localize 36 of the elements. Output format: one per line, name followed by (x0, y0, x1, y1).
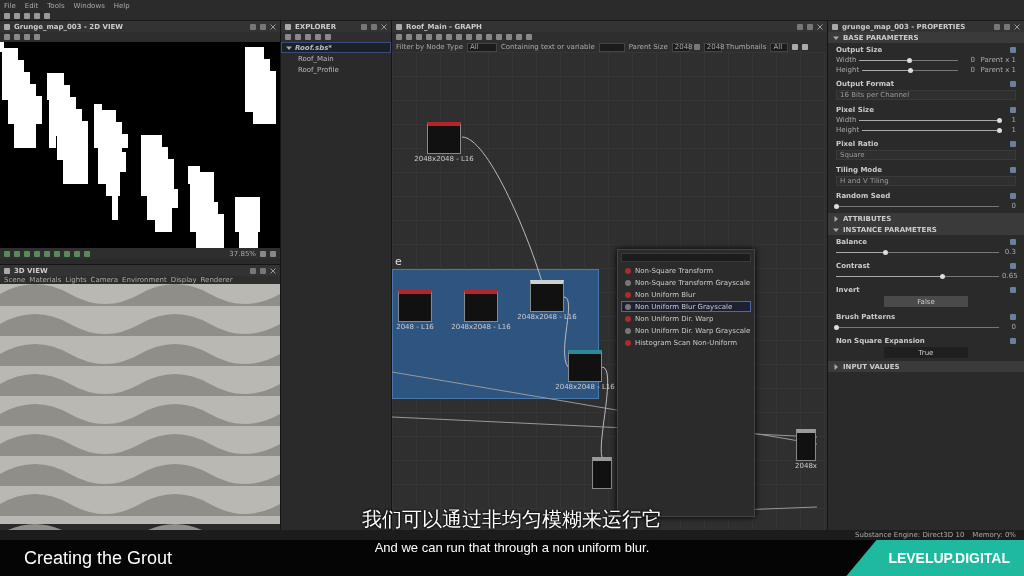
subtitle: And we can run that through a non uniform blur. (374, 540, 650, 555)
close-icon[interactable] (270, 267, 276, 274)
graph-node[interactable] (796, 429, 816, 461)
caret-icon (833, 363, 839, 370)
frame-title: e (395, 255, 402, 268)
slider-thumb[interactable] (834, 203, 839, 209)
graph-node[interactable] (568, 350, 602, 382)
close-icon[interactable] (381, 23, 387, 30)
slider-thumb[interactable] (997, 127, 1002, 133)
slider-thumb[interactable] (939, 273, 945, 279)
slider-thumb[interactable] (834, 324, 839, 330)
slider-thumb[interactable] (997, 117, 1002, 123)
filter-field[interactable] (598, 42, 625, 52)
close-icon[interactable] (817, 23, 823, 30)
slider-thumb[interactable] (906, 57, 912, 63)
graph-node[interactable] (592, 457, 612, 489)
node-icon (625, 315, 631, 322)
node-icon (625, 327, 631, 334)
node-icon (625, 291, 631, 298)
node-icon (625, 339, 631, 346)
search-field[interactable] (621, 253, 751, 262)
slider-thumb[interactable] (908, 67, 914, 73)
caret-icon (833, 34, 839, 41)
graph-node[interactable] (398, 290, 432, 322)
expand-caret-icon[interactable] (286, 44, 292, 51)
slider-thumb[interactable] (882, 249, 888, 255)
subtitle: 我们可以通过非均匀模糊来运行它 (362, 506, 662, 533)
node-icon (625, 267, 631, 274)
graph-node[interactable] (464, 290, 498, 322)
node-icon (625, 303, 631, 310)
close-icon[interactable] (1014, 23, 1020, 30)
video-title: Creating the Grout (23, 547, 173, 569)
close-icon[interactable] (270, 23, 276, 30)
graph-node[interactable] (427, 122, 461, 154)
brand-logo: LEVELUP.DIGITAL (846, 540, 1024, 576)
node-icon (625, 279, 631, 286)
